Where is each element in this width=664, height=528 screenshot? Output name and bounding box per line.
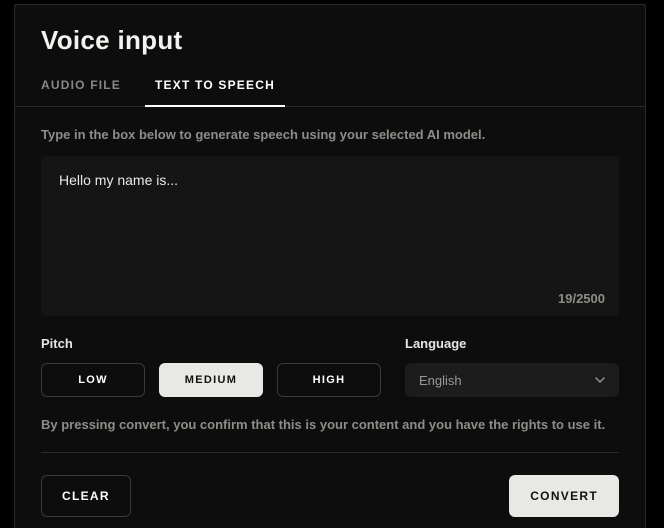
tab-text-to-speech[interactable]: TEXT TO SPEECH bbox=[155, 70, 275, 106]
pitch-medium-button[interactable]: MEDIUM bbox=[159, 363, 263, 397]
language-selected-value: English bbox=[419, 373, 462, 388]
clear-button[interactable]: CLEAR bbox=[41, 475, 131, 517]
tabs: AUDIO FILE TEXT TO SPEECH bbox=[15, 70, 645, 107]
language-group: Language English bbox=[405, 336, 619, 397]
pitch-low-button[interactable]: LOW bbox=[41, 363, 145, 397]
convert-button[interactable]: CONVERT bbox=[509, 475, 619, 517]
pitch-label: Pitch bbox=[41, 336, 381, 351]
tab-audio-file[interactable]: AUDIO FILE bbox=[41, 70, 121, 106]
pitch-group: Pitch LOW MEDIUM HIGH bbox=[41, 336, 381, 397]
pitch-high-button[interactable]: HIGH bbox=[277, 363, 381, 397]
language-label: Language bbox=[405, 336, 619, 351]
chevron-down-icon bbox=[595, 375, 605, 385]
instruction-text: Type in the box below to generate speech… bbox=[41, 127, 619, 142]
char-counter: 19/2500 bbox=[558, 291, 605, 306]
speech-text-input[interactable] bbox=[41, 156, 619, 316]
language-select[interactable]: English bbox=[405, 363, 619, 397]
disclaimer-text: By pressing convert, you confirm that th… bbox=[41, 417, 619, 453]
text-input-container: 19/2500 bbox=[41, 156, 619, 316]
page-title: Voice input bbox=[41, 25, 619, 56]
